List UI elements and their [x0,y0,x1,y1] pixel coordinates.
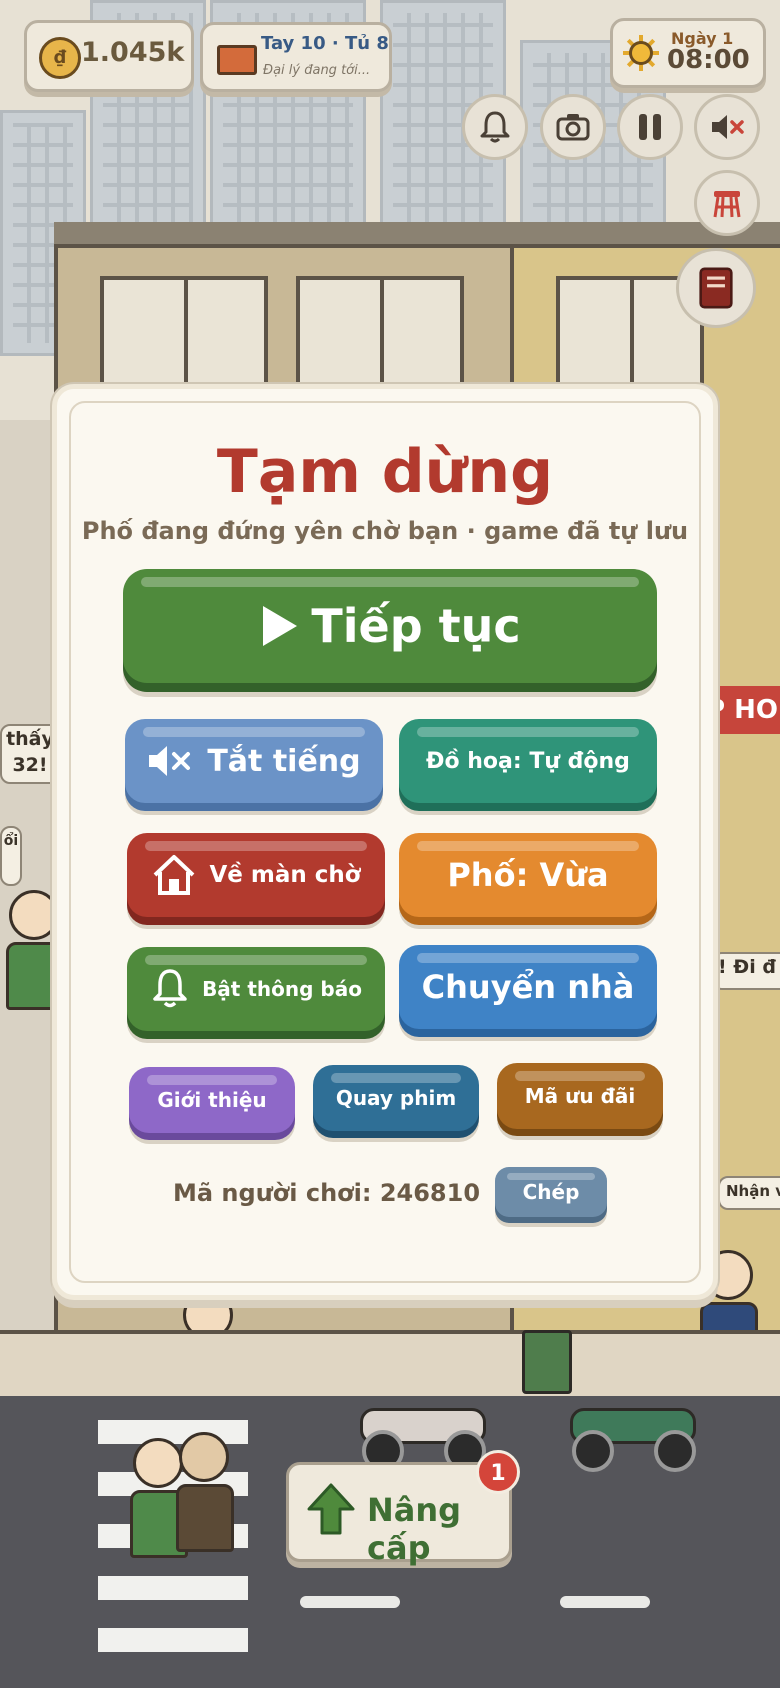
scooter [560,1390,700,1472]
roofline [54,222,780,248]
pause-button[interactable] [617,94,683,160]
mute-icon [712,115,744,139]
mute-label: Tắt tiếng [207,743,361,779]
home-button[interactable]: Về màn chờ [127,833,385,917]
intro-button[interactable]: Giới thiệu [129,1067,295,1133]
coin-icon: ₫ [39,37,81,79]
mute-button[interactable]: Tắt tiếng [125,719,383,803]
ticket-icon [217,45,257,75]
task-title: Tay 10 · Tủ 8 [261,33,389,54]
furniture-button[interactable] [694,170,760,236]
intro-label: Giới thiệu [157,1088,267,1112]
arrow-up-icon [307,1483,355,1535]
copy-code-button[interactable]: Chép [495,1167,607,1217]
upgrade-count-badge: 1 [476,1450,520,1494]
graphics-button[interactable]: Đồ hoạ: Tự động [399,719,657,803]
speech-bubble-text: ổi [3,833,19,849]
clock-time: 08:00 [667,45,750,75]
enable-notifications-label: Bật thông báo [202,977,362,1001]
notifications-button[interactable] [462,94,528,160]
task-subtitle: Đại lý đang tới... [263,63,371,78]
speech-bubble-text: ! Đi đ [718,956,776,978]
window [296,276,464,394]
coin-value: 1.045k [81,37,185,68]
mute-icon [149,746,191,776]
pedestrian [176,1432,234,1552]
speech-bubble-text: Nhận v [726,1182,780,1200]
move-house-button[interactable]: Chuyển nhà [399,945,657,1029]
bell-icon [153,969,187,1008]
continue-label: Tiếp tục [311,599,521,653]
speech-bubble-text: thấy [6,728,54,750]
task-panel[interactable]: Tay 10 · Tủ 8 Đại lý đang tới... [200,22,392,92]
speech-bubble: Nhận v [718,1176,780,1210]
continue-button[interactable]: Tiếp tục [123,569,657,683]
speech-bubble: ! Đi đ [712,952,780,990]
speech-bubble: thấy 32! [0,724,60,784]
copy-code-label: Chép [522,1180,580,1204]
camera-icon [556,114,590,141]
speech-bubble: ổi [0,826,22,886]
screenshot-button[interactable] [540,94,606,160]
pause-subtitle: Phố đang đứng yên chờ bạn · game đã tự l… [81,517,689,545]
pause-title: Tạm dừng [216,437,554,507]
promo-code-button[interactable]: Mã ưu đãi [497,1063,663,1129]
book-icon [699,267,733,309]
bell-icon [480,111,510,143]
street-size-label: Phố: Vừa [447,856,609,894]
record-button[interactable]: Quay phim [313,1065,479,1131]
window [100,276,268,394]
upgrade-label: Nâng cấp [367,1491,462,1567]
pause-icon [639,114,661,140]
lane-marking [560,1596,650,1608]
sound-toggle-button[interactable] [694,94,760,160]
coin-counter: ₫ 1.045k [24,20,194,92]
game-clock: Ngày 1 08:00 [610,18,766,88]
home-label: Về màn chờ [209,862,361,888]
player-code: Mã người chơi: 246810 [173,1179,481,1207]
crosswalk-stripe [98,1576,248,1600]
stool-icon [713,191,741,218]
journal-button[interactable] [676,248,756,328]
scooter [350,1390,490,1472]
enable-notifications-button[interactable]: Bật thông báo [127,947,385,1031]
move-house-label: Chuyển nhà [421,968,635,1006]
play-icon [263,606,298,646]
lane-marking [300,1596,400,1608]
record-label: Quay phim [335,1086,457,1110]
trash-bin [522,1330,572,1394]
pause-dialog: Tạm dừng Phố đang đứng yên chờ bạn · gam… [52,384,718,1300]
street-size-button[interactable]: Phố: Vừa [399,833,657,917]
speech-bubble-text: 32! [12,754,48,776]
promo-code-label: Mã ưu đãi [524,1084,636,1108]
sun-icon [623,35,659,71]
crosswalk-stripe [98,1628,248,1652]
home-icon [154,855,195,895]
graphics-label: Đồ hoạ: Tự động [426,748,630,774]
